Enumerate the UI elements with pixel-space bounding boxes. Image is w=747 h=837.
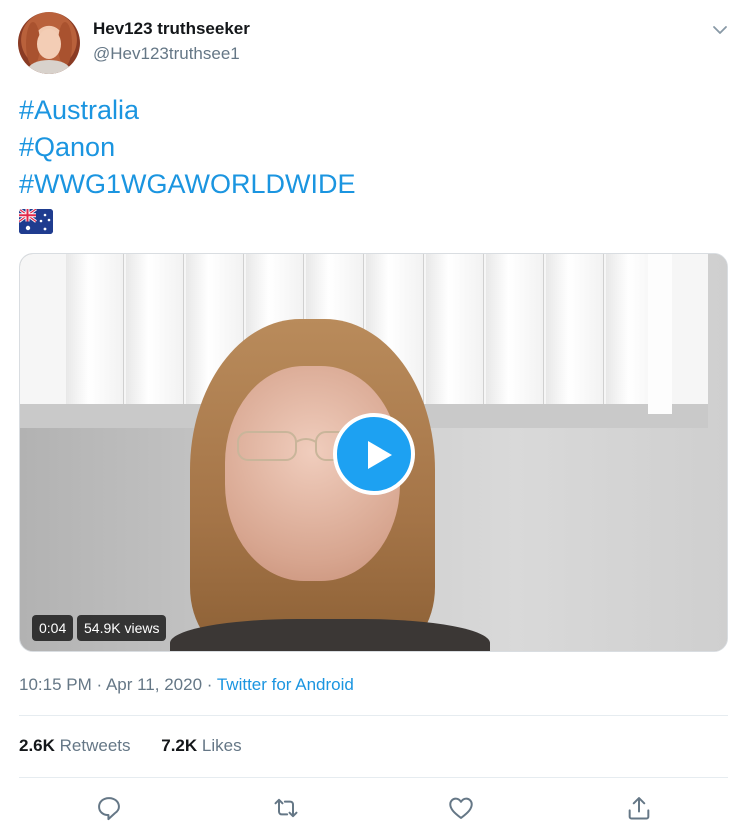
hashtag-qanon[interactable]: #Qanon (19, 129, 356, 166)
retweet-icon[interactable] (272, 794, 300, 822)
views-badge: 54.9K views (77, 615, 167, 641)
video-player[interactable]: 0:04 54.9K views (19, 253, 728, 652)
tweet-stats: 2.6K Retweets 7.2K Likes (19, 736, 268, 756)
hashtag-wwg1wgaworldwide[interactable]: #WWG1WGAWORLDWIDE (19, 166, 356, 203)
tweet-time[interactable]: 10:15 PM (19, 675, 92, 694)
tweet-text: #Australia #Qanon #WWG1WGAWORLDWIDE (19, 92, 356, 203)
user-handle[interactable]: @Hev123truthsee1 (93, 44, 240, 64)
display-name[interactable]: Hev123 truthseeker (93, 19, 250, 39)
retweets-stat[interactable]: 2.6K Retweets (19, 736, 131, 755)
likes-label: Likes (197, 736, 242, 755)
share-icon[interactable] (625, 794, 653, 822)
hashtag-australia[interactable]: #Australia (19, 92, 356, 129)
likes-stat[interactable]: 7.2K Likes (161, 736, 241, 755)
tweet-header: Hev123 truthseeker @Hev123truthsee1 (18, 12, 730, 74)
tweet-date[interactable]: Apr 11, 2020 (106, 675, 202, 694)
like-icon[interactable] (447, 794, 475, 822)
tweet-source-link[interactable]: Twitter for Android (217, 675, 354, 694)
tweet-actions (19, 792, 728, 826)
play-button[interactable] (333, 413, 415, 495)
reply-icon[interactable] (95, 794, 123, 822)
play-icon (368, 441, 392, 469)
tweet-timestamp: 10:15 PM · Apr 11, 2020 · Twitter for An… (19, 675, 354, 694)
avatar[interactable] (18, 12, 80, 74)
divider (19, 715, 728, 716)
chevron-down-icon[interactable] (710, 20, 730, 40)
retweets-count: 2.6K (19, 736, 55, 755)
divider (19, 777, 728, 778)
australia-flag-icon (19, 209, 53, 234)
retweets-label: Retweets (54, 736, 131, 755)
duration-badge: 0:04 (32, 615, 74, 641)
likes-count: 7.2K (161, 736, 198, 755)
